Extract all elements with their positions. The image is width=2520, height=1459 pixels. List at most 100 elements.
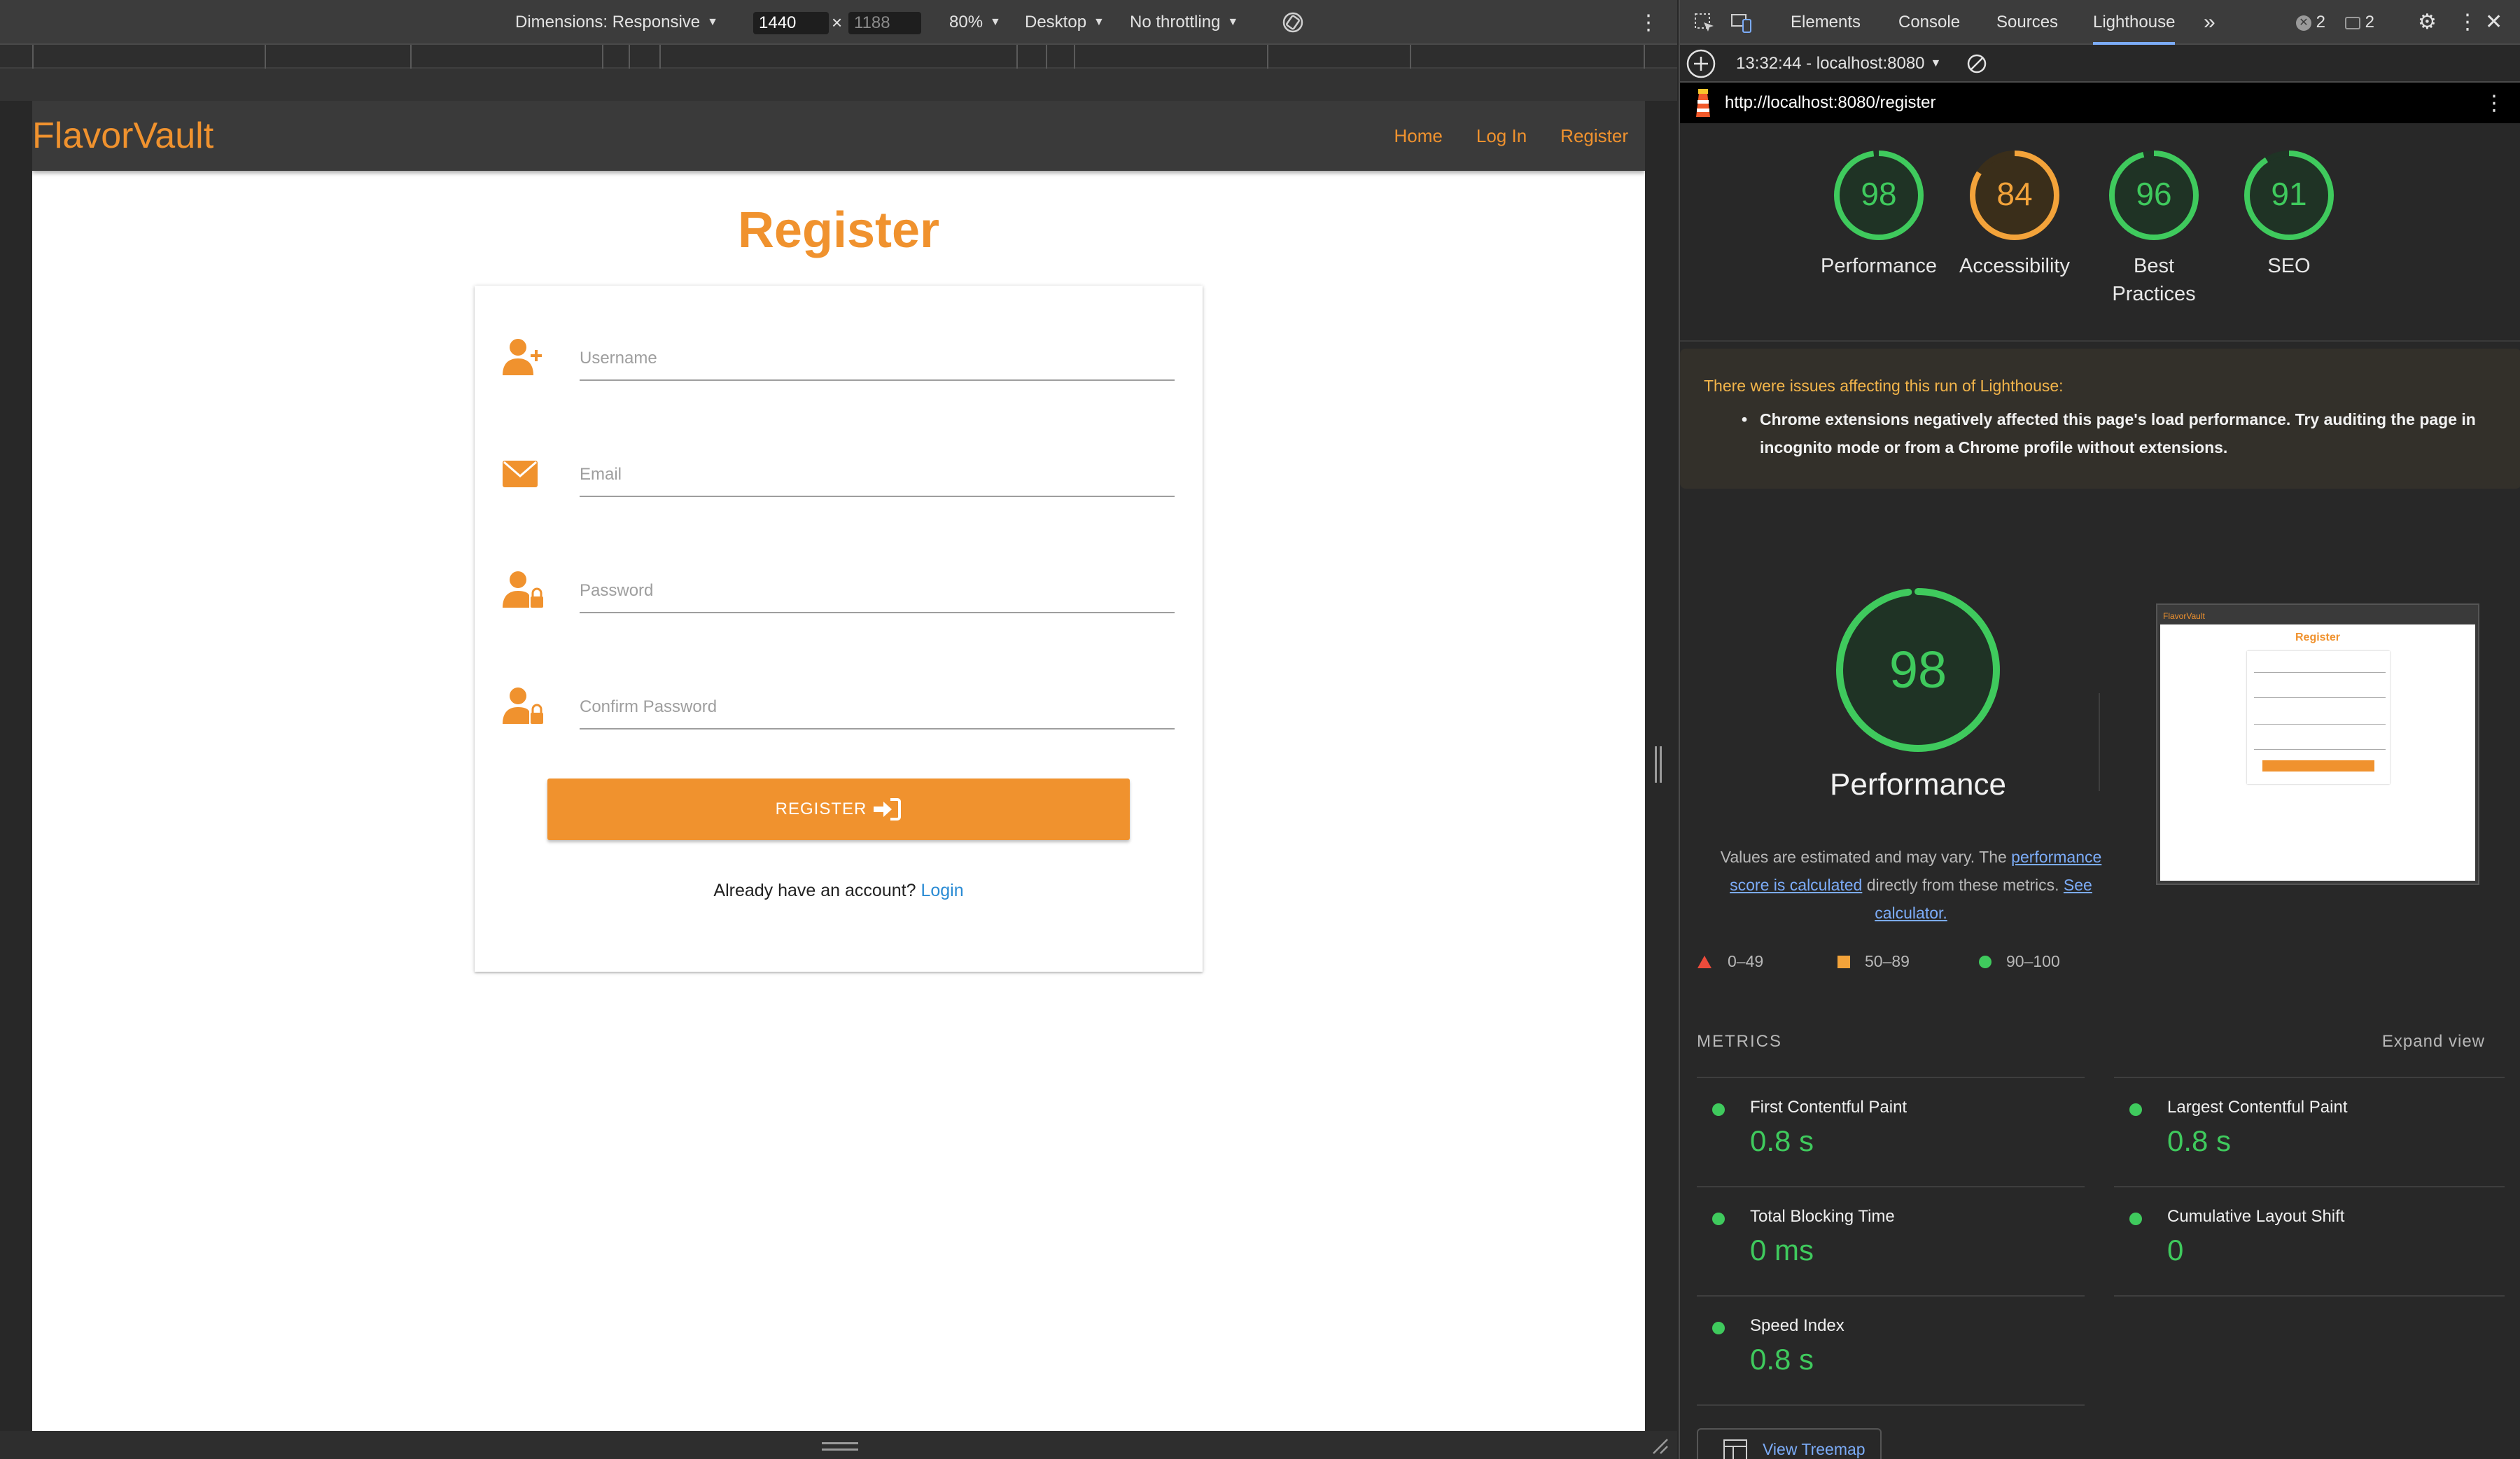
media-query-ruler xyxy=(0,45,1677,69)
error-count-badge[interactable]: ✕ 2 xyxy=(2296,0,2325,45)
more-options-icon[interactable]: ⋮ xyxy=(2457,0,2478,45)
chevron-down-icon[interactable]: ▼ xyxy=(1931,57,1942,70)
register-button-label: REGISTER xyxy=(775,800,867,818)
add-report-icon[interactable] xyxy=(1686,48,1716,79)
tab-elements[interactable]: Elements xyxy=(1791,0,1861,45)
divider xyxy=(1697,1404,2085,1406)
metric-value: 0.8 s xyxy=(1750,1343,1814,1376)
nav-login-link[interactable]: Log In xyxy=(1476,125,1527,147)
svg-text:84: 84 xyxy=(1996,176,2032,212)
close-icon[interactable]: ✕ xyxy=(2485,0,2502,45)
metric-name: First Contentful Paint xyxy=(1750,1098,1907,1117)
run-warning: There were issues affecting this run of … xyxy=(1680,349,2520,489)
register-button[interactable]: REGISTER xyxy=(547,779,1130,840)
svg-text:98: 98 xyxy=(1889,641,1947,699)
page-screenshot-thumbnail[interactable]: FlavorVault Register xyxy=(2156,603,2479,885)
more-options-icon[interactable]: ⋮ xyxy=(2484,91,2505,116)
expand-view-toggle[interactable]: Expand view xyxy=(2382,1032,2485,1052)
times-sign: × xyxy=(832,11,843,33)
report-url[interactable]: http://localhost:8080/register xyxy=(1725,93,1936,113)
device-mode-dropdown[interactable]: Desktop ▼ xyxy=(1025,0,1105,45)
legend-average-label: 50–89 xyxy=(1865,952,1910,970)
width-resize-handle[interactable] xyxy=(1655,746,1662,783)
more-options-icon[interactable]: ⋮ xyxy=(1638,0,1659,45)
resize-corner-icon[interactable] xyxy=(1651,1437,1669,1455)
confirm-password-input[interactable]: Confirm Password xyxy=(580,689,1175,730)
message-count-badge[interactable]: 2 xyxy=(2345,0,2374,45)
devtools-panel: Elements Console Sources Lighthouse » ✕ … xyxy=(1679,0,2520,1459)
throttling-dropdown[interactable]: No throttling ▼ xyxy=(1130,0,1238,45)
pass-circle-icon xyxy=(1712,1213,1725,1225)
email-field: Email xyxy=(503,448,1175,497)
divider xyxy=(1680,340,2520,342)
height-resize-handle[interactable] xyxy=(822,1442,858,1451)
zoom-label: 80% xyxy=(949,13,983,32)
password-field: Password xyxy=(503,564,1175,613)
warning-text: Chrome extensions negatively affected th… xyxy=(1704,405,2498,461)
thumb-brand: FlavorVault xyxy=(2163,611,2205,621)
report-selector[interactable]: 13:32:44 - localhost:8080 xyxy=(1736,54,1925,74)
chevron-down-icon: ▼ xyxy=(1227,16,1239,28)
username-field: Username xyxy=(503,332,1175,381)
throttling-label: No throttling xyxy=(1130,13,1221,32)
clear-icon[interactable] xyxy=(1966,53,1987,74)
gauge-label: SEO xyxy=(2267,255,2311,277)
legend-fail-label: 0–49 xyxy=(1728,952,1764,970)
svg-text:91: 91 xyxy=(2271,176,2306,212)
lighthouse-toolbar: 13:32:44 - localhost:8080 ▼ xyxy=(1680,46,2520,83)
envelope-icon xyxy=(503,454,545,493)
gauge-performance[interactable]: 98 Performance xyxy=(1809,148,1949,280)
device-toggle-icon[interactable] xyxy=(1730,13,1751,33)
site-navbar: FlavorVault Home Log In Register xyxy=(32,101,1645,171)
performance-summary: 98 Performance xyxy=(1778,582,2058,802)
dimensions-label: Dimensions: Responsive xyxy=(515,13,701,32)
legend-fail: 0–49 xyxy=(1697,952,1763,971)
gear-icon[interactable]: ⚙ xyxy=(2418,0,2437,45)
metric-value: 0.8 s xyxy=(2167,1124,2232,1157)
username-input[interactable]: Username xyxy=(580,340,1175,381)
brand-logo[interactable]: FlavorVault xyxy=(32,115,214,157)
tab-sources[interactable]: Sources xyxy=(1996,0,2058,45)
score-gauges: 98 Performance 84 Accessibility 96 Best … xyxy=(1680,148,2520,337)
height-input[interactable]: 1188 xyxy=(848,12,921,34)
user-lock-icon xyxy=(503,570,545,609)
zoom-dropdown[interactable]: 80% ▼ xyxy=(949,0,1001,45)
gauge-seo[interactable]: 91 SEO xyxy=(2219,148,2359,280)
device-toolbar: Dimensions: Responsive ▼ 1440 × 1188 80% ▼… xyxy=(0,0,1677,45)
tab-console[interactable]: Console xyxy=(1898,0,1960,45)
rotate-icon[interactable] xyxy=(1281,0,1305,45)
view-treemap-button[interactable]: View Treemap xyxy=(1697,1428,1882,1459)
legend-average: 50–89 xyxy=(1837,952,1910,971)
metric-value: 0.8 s xyxy=(1750,1124,1814,1157)
metric-value: 0 ms xyxy=(1750,1234,1814,1266)
error-icon: ✕ xyxy=(2296,15,2311,31)
gauge-accessibility[interactable]: 84 Accessibility xyxy=(1945,148,2085,280)
performance-note: Values are estimated and may vary. The p… xyxy=(1708,843,2114,927)
dimensions-dropdown[interactable]: Dimensions: Responsive ▼ xyxy=(515,0,718,45)
legend-pass: 90–100 xyxy=(1978,952,2060,971)
password-input[interactable]: Password xyxy=(580,573,1175,613)
metric-name: Largest Contentful Paint xyxy=(2167,1098,2348,1117)
note-text-mid: directly from these metrics. xyxy=(1866,876,2059,894)
gauge-best-practices[interactable]: 96 Best Practices xyxy=(2080,148,2227,308)
divider xyxy=(2114,1295,2505,1297)
thumb-title: Register xyxy=(2295,631,2341,643)
account-prompt-text: Already have an account? xyxy=(713,881,916,900)
tab-lighthouse[interactable]: Lighthouse xyxy=(2093,0,2176,45)
email-input[interactable]: Email xyxy=(580,456,1175,497)
nav-register-link[interactable]: Register xyxy=(1560,125,1628,147)
metric-name: Speed Index xyxy=(1750,1316,1844,1335)
svg-text:98: 98 xyxy=(1861,176,1896,212)
triangle-icon xyxy=(1698,955,1712,968)
device-mode-label: Desktop xyxy=(1025,13,1087,32)
error-count: 2 xyxy=(2316,13,2326,32)
nav-home-link[interactable]: Home xyxy=(1394,125,1443,147)
more-tabs-icon[interactable]: » xyxy=(2204,0,2216,45)
width-input[interactable]: 1440 xyxy=(753,12,829,34)
pass-circle-icon xyxy=(1712,1322,1725,1334)
gauge-label: Accessibility xyxy=(1959,255,2070,277)
login-link[interactable]: Login xyxy=(920,881,963,900)
inspect-element-icon[interactable] xyxy=(1694,13,1714,32)
message-count: 2 xyxy=(2365,13,2375,32)
user-lock-icon xyxy=(503,686,545,725)
